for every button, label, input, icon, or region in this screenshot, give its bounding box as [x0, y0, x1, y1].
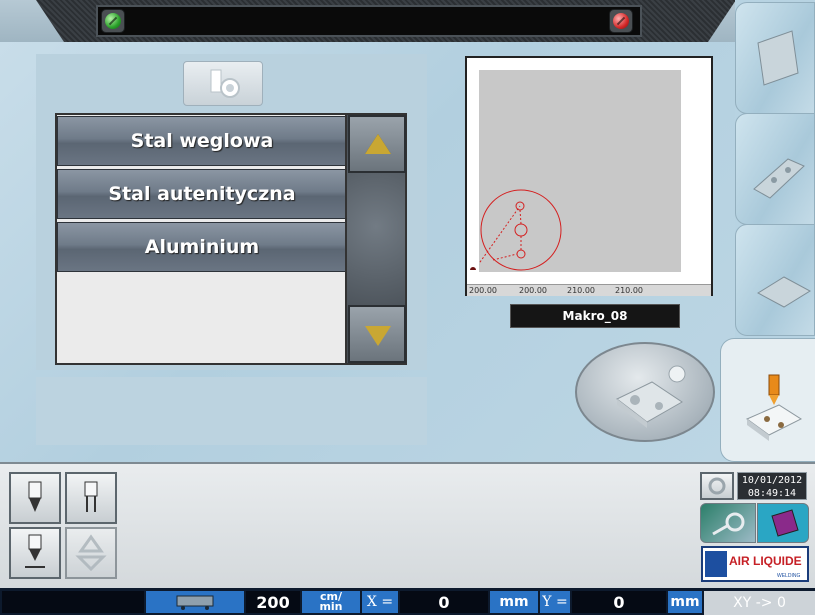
part-shape-icon [753, 158, 805, 199]
material-item-stal-weglowa[interactable]: Stal weglowa [57, 116, 347, 166]
torch-up-icon [84, 481, 98, 512]
plate-icon [756, 276, 812, 308]
speed-mode-button[interactable] [146, 591, 244, 613]
cut-contour-graphic [472, 189, 562, 273]
date-text: 10/01/2012 [741, 475, 803, 486]
x-value: 0 [400, 591, 488, 613]
torch-down-icon [28, 481, 42, 512]
status-error-icon[interactable] [609, 9, 633, 33]
info-panel [36, 377, 427, 445]
recycle-icon [75, 534, 107, 572]
status-ok-icon[interactable] [101, 9, 125, 33]
x-label: X = [362, 591, 398, 613]
torch-nozzle-icon [210, 69, 240, 98]
recycle-button[interactable] [65, 527, 117, 579]
y-value: 0 [572, 591, 666, 613]
ruler-value: 200.00 [519, 286, 547, 295]
bottom-panel [0, 462, 815, 588]
tool-select-button[interactable] [183, 61, 263, 106]
torch-cutting-icon [746, 374, 803, 441]
tab-sheet[interactable] [735, 2, 815, 114]
brand-logo: AIR LIQUIDE WELDING [701, 546, 809, 582]
material-item-stal-autenityczna[interactable]: Stal autenityczna [57, 169, 347, 219]
scroll-up-button[interactable] [348, 115, 406, 173]
brand-sub: WELDING [777, 573, 801, 579]
torch-lower-icon [25, 534, 45, 568]
preview-canvas [472, 70, 681, 273]
brand-mark-icon [705, 551, 727, 577]
origin-marker-icon [470, 267, 476, 270]
datetime-display: 10/01/2012 08:49:14 [737, 472, 807, 500]
material-item-aluminium[interactable]: Aluminium [57, 222, 347, 272]
settings-button[interactable] [700, 472, 734, 500]
brand-name: AIR LIQUIDE [729, 554, 802, 568]
speed-unit-bottom: min [319, 600, 343, 613]
message-display [96, 5, 642, 37]
start-cutting-button[interactable] [575, 342, 715, 442]
program-preview[interactable]: 200.00 200.00 210.00 210.00 [465, 56, 713, 296]
speed-unit: cm/ min [302, 591, 360, 613]
y-label: Y = [540, 591, 570, 613]
torch-lower-button[interactable] [9, 527, 61, 579]
scroll-down-button[interactable] [348, 305, 406, 363]
torch-up-button[interactable] [65, 472, 117, 524]
key-icon [712, 512, 745, 536]
tab-plate[interactable] [735, 224, 815, 336]
preview-ruler: 200.00 200.00 210.00 210.00 [467, 284, 711, 296]
tab-part[interactable] [735, 113, 815, 225]
arrow-down-icon [365, 326, 391, 346]
ruler-value: 210.00 [567, 286, 595, 295]
xy-reset-button[interactable]: XY -> 0 [704, 591, 815, 615]
sheet-icon [757, 30, 799, 86]
program-name: Makro_08 [510, 304, 680, 328]
gear-icon [708, 477, 726, 495]
cutting-start-icon [616, 365, 686, 428]
x-unit: mm [490, 591, 538, 613]
access-key-button[interactable] [700, 503, 756, 543]
tab-cutting[interactable] [720, 338, 815, 462]
book-icon [771, 509, 799, 537]
status-left-field [2, 591, 144, 613]
ruler-value: 200.00 [469, 286, 497, 295]
ruler-value: 210.00 [615, 286, 643, 295]
torch-down-button[interactable] [9, 472, 61, 524]
speed-value: 200 [246, 591, 300, 613]
time-text: 08:49:14 [747, 488, 797, 499]
arrow-up-icon [365, 134, 391, 154]
y-unit: mm [668, 591, 702, 613]
carriage-icon [176, 595, 214, 610]
manual-button[interactable] [757, 503, 809, 543]
